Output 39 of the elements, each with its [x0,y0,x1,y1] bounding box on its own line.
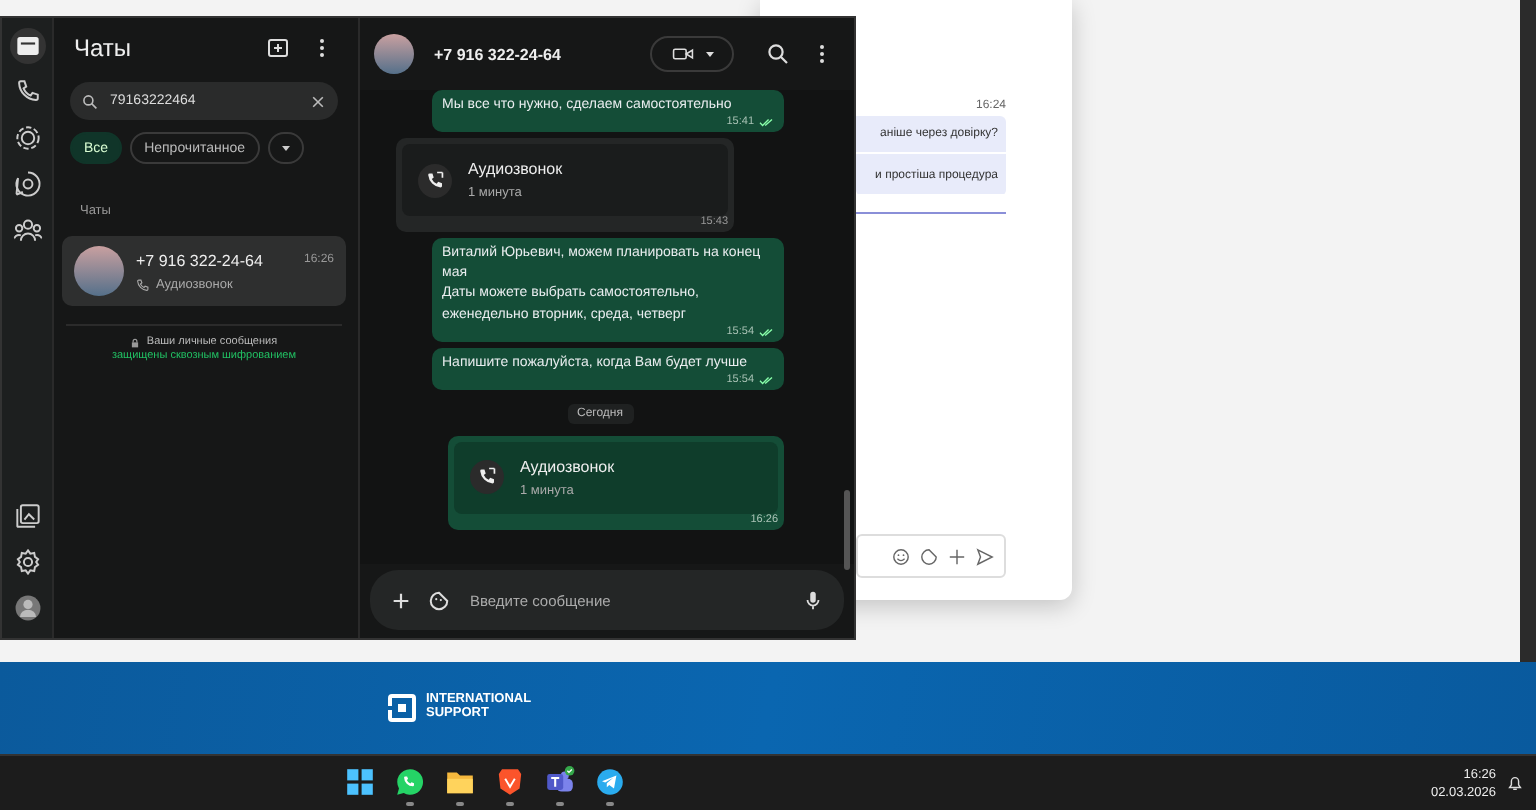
call-title: Аудиозвонок [468,160,563,179]
contact-name: +7 916 322-24-64 [136,251,263,269]
contact-name[interactable]: +7 916 322-24-64 [434,45,630,63]
logo-icon [386,692,418,724]
scrollbar[interactable] [844,490,850,570]
emoji-icon[interactable] [892,547,910,565]
compose-field[interactable] [856,534,1006,578]
close-icon[interactable] [310,93,326,109]
new-chat-icon[interactable] [266,36,290,60]
running-indicator [506,802,514,806]
microphone-icon[interactable] [802,589,824,611]
video-call-button[interactable] [650,36,734,72]
sticker-icon[interactable] [920,547,938,565]
bell-icon[interactable] [1506,774,1524,792]
phone-icon [418,163,452,198]
caret-icon [279,142,292,154]
video-camera-icon [672,46,694,62]
running-indicator [556,802,564,806]
caret-icon [704,48,716,60]
search-icon [82,93,98,109]
chat-phone-icon[interactable] [394,766,426,798]
search-icon[interactable] [766,42,790,66]
photo-placeholder[interactable] [374,34,414,74]
running-indicator [606,802,614,806]
photo-placeholder [74,246,124,296]
folder-icon[interactable] [444,766,476,798]
running-indicator [456,802,464,806]
panel-title: Чаты [74,34,134,62]
call-title: Аудиозвонок [520,457,615,476]
lock-icon [130,337,141,347]
phone-icon [470,460,504,495]
windows-icon[interactable] [344,766,376,798]
paper-plane-icon[interactable] [594,766,626,798]
team-chat-icon[interactable] [544,766,576,798]
channels-icon[interactable] [9,166,45,202]
send-icon[interactable] [976,547,994,565]
running-indicator [406,802,414,806]
chat-bubble-icon[interactable] [9,28,45,64]
call-icon [136,277,150,291]
